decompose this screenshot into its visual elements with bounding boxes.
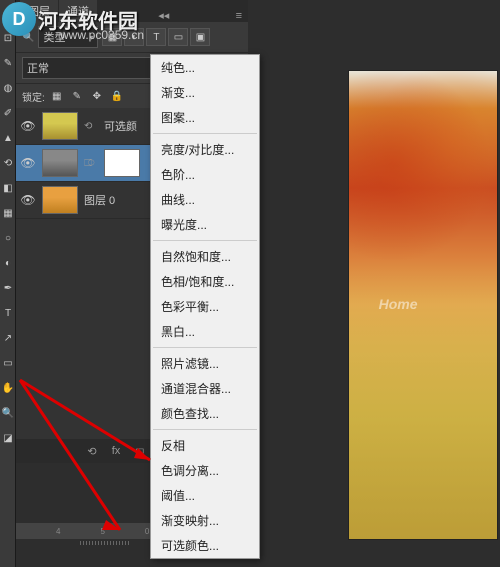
link-layers-icon[interactable]: ⟲ [84, 443, 100, 459]
menu-exposure[interactable]: 曝光度... [151, 212, 259, 237]
menu-threshold[interactable]: 阈值... [151, 483, 259, 508]
filter-shape-icon[interactable]: ▭ [168, 28, 188, 46]
tool-path[interactable]: ↗ [1, 326, 15, 350]
menu-solid-color[interactable]: 纯色... [151, 55, 259, 80]
menu-invert[interactable]: 反相 [151, 433, 259, 458]
watermark-url: www.pc0359.cn [60, 28, 144, 42]
layer-thumb[interactable] [42, 149, 78, 177]
fx-icon[interactable]: fx [108, 443, 124, 459]
menu-hue-sat[interactable]: 色相/饱和度... [151, 269, 259, 294]
mask-icon[interactable]: ◻ [132, 443, 148, 459]
panel-collapse-icon[interactable]: ◂◂ [152, 9, 175, 22]
link-icon: ⎄ [84, 158, 98, 169]
menu-channel-mixer[interactable]: 通道混合器... [151, 376, 259, 401]
menu-vibrance[interactable]: 自然饱和度... [151, 244, 259, 269]
menu-pattern[interactable]: 图案... [151, 105, 259, 130]
tool-heal[interactable]: ◍ [1, 76, 15, 100]
tool-gradient[interactable]: ▦ [1, 201, 15, 225]
menu-photo-filter[interactable]: 照片滤镜... [151, 351, 259, 376]
menu-levels[interactable]: 色阶... [151, 162, 259, 187]
menu-gradient[interactable]: 渐变... [151, 80, 259, 105]
lock-label: 锁定: [22, 89, 45, 104]
menu-separator [153, 133, 257, 134]
visibility-icon[interactable]: 👁 [20, 156, 36, 170]
lock-brush-icon[interactable]: ✎ [69, 88, 85, 104]
filter-smart-icon[interactable]: ▣ [190, 28, 210, 46]
visibility-icon[interactable]: 👁 [20, 193, 36, 207]
tool-eyedropper[interactable]: ✎ [1, 51, 15, 75]
menu-brightness[interactable]: 亮度/对比度... [151, 137, 259, 162]
menu-color-lookup[interactable]: 颜色查找... [151, 401, 259, 426]
panel-drag-handle[interactable] [80, 541, 130, 545]
tool-history[interactable]: ⟲ [1, 151, 15, 175]
tool-shape[interactable]: ▭ [1, 351, 15, 375]
tool-brush[interactable]: ✐ [1, 101, 15, 125]
filter-text-icon[interactable]: T [146, 28, 166, 46]
lock-move-icon[interactable]: ✥ [89, 88, 105, 104]
link-icon: ⟲ [84, 121, 98, 132]
tools-toolbar: ◡ ⊡ ✎ ◍ ✐ ▲ ⟲ ◧ ▦ ○ ◐ ✒ T ↗ ▭ ✋ 🔍 ◪ [0, 0, 16, 567]
menu-color-balance[interactable]: 色彩平衡... [151, 294, 259, 319]
ruler-mark: 5 [100, 527, 104, 536]
ruler-mark: 4 [56, 527, 60, 536]
menu-selective-color[interactable]: 可选颜色... [151, 533, 259, 558]
ruler-mark: 0 [145, 527, 149, 536]
lock-pixel-icon[interactable]: ▦ [49, 88, 65, 104]
tool-colors[interactable]: ◪ [1, 426, 15, 450]
menu-separator [153, 429, 257, 430]
tool-blur[interactable]: ○ [1, 226, 15, 250]
tool-text[interactable]: T [1, 301, 15, 325]
menu-gradient-map[interactable]: 渐变映射... [151, 508, 259, 533]
visibility-icon[interactable]: 👁 [20, 119, 36, 133]
menu-curves[interactable]: 曲线... [151, 187, 259, 212]
menu-separator [153, 240, 257, 241]
document-image[interactable]: Home [348, 70, 498, 540]
tool-eraser[interactable]: ◧ [1, 176, 15, 200]
mask-thumb[interactable] [104, 149, 140, 177]
logo-icon: D [2, 2, 36, 36]
lock-all-icon[interactable]: 🔒 [109, 88, 125, 104]
tool-stamp[interactable]: ▲ [1, 126, 15, 150]
menu-separator [153, 347, 257, 348]
panel-menu-icon[interactable]: ≡ [230, 10, 248, 22]
tool-dodge[interactable]: ◐ [1, 251, 15, 275]
tool-pen[interactable]: ✒ [1, 276, 15, 300]
tool-hand[interactable]: ✋ [1, 376, 15, 400]
layer-thumb[interactable] [42, 186, 78, 214]
adjustment-menu: 纯色... 渐变... 图案... 亮度/对比度... 色阶... 曲线... … [150, 54, 260, 559]
menu-bw[interactable]: 黑白... [151, 319, 259, 344]
menu-posterize[interactable]: 色调分离... [151, 458, 259, 483]
image-watermark: Home [379, 296, 418, 312]
layer-thumb[interactable] [42, 112, 78, 140]
tool-zoom[interactable]: 🔍 [1, 401, 15, 425]
canvas-area: Home [248, 0, 500, 567]
